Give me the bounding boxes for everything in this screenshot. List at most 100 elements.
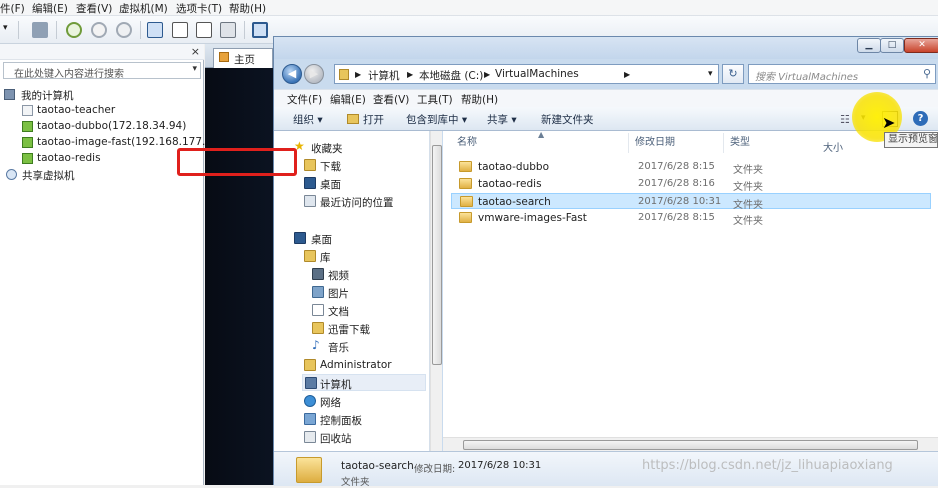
tooltip: 显示预览窗格 (884, 132, 938, 148)
unity-icon[interactable] (220, 22, 236, 38)
share-button[interactable]: 共享 ▾ (487, 112, 517, 127)
breadcrumb-drive[interactable]: 本地磁盘 (C:) (419, 68, 483, 83)
breadcrumb-folder[interactable]: VirtualMachines (495, 68, 579, 80)
menu-help[interactable]: 帮助(H) (229, 1, 266, 16)
library-search-input[interactable]: 在此处键入内容进行搜索 ▾ (3, 62, 201, 80)
menu-tools[interactable]: 工具(T) (417, 92, 453, 107)
organize-button[interactable]: 组织 ▾ (293, 112, 323, 127)
file-list-pane: 名称 ▲ 修改日期 类型 大小 taotao-dubbo 2017/6/28 8… (443, 130, 938, 451)
column-size[interactable]: 大小 (823, 139, 843, 159)
column-type[interactable]: 类型 (723, 133, 750, 153)
address-history-icon[interactable]: ▾ (708, 69, 713, 79)
details-date: 2017/6/28 10:31 (458, 460, 542, 471)
desktop-icon (304, 177, 316, 189)
folder-icon (460, 196, 473, 207)
snapshot-manager-icon[interactable] (116, 22, 132, 38)
revert-snapshot-icon[interactable] (91, 22, 107, 38)
minimize-button[interactable]: ▁ (857, 38, 881, 53)
explorer-titlebar[interactable]: ▁ □ ✕ (274, 37, 938, 59)
menu-file[interactable]: 件(F) (0, 1, 25, 16)
menu-help[interactable]: 帮助(H) (461, 92, 498, 107)
vm-off-icon (22, 105, 33, 116)
breadcrumb-arrow-icon[interactable]: ▶ (624, 70, 630, 79)
mouse-pointer-icon: ➤ (882, 113, 896, 132)
downloads-folder-icon (312, 322, 324, 334)
folder-icon (459, 161, 472, 172)
back-button[interactable]: ◀ (282, 64, 302, 84)
snapshot-icon[interactable] (66, 22, 82, 38)
view-options-icon[interactable]: ☷ (840, 113, 850, 126)
pictures-icon (312, 286, 324, 298)
breadcrumb-computer[interactable]: 计算机 (368, 68, 400, 83)
breadcrumb-arrow-icon[interactable]: ▶ (407, 70, 413, 79)
highlight-box (177, 148, 297, 176)
nav-computer[interactable]: 计算机 (302, 374, 426, 391)
file-list-scrollbar[interactable] (443, 437, 938, 451)
include-in-library-button[interactable]: 包含到库中 ▾ (406, 112, 467, 127)
column-date[interactable]: 修改日期 (628, 133, 675, 153)
desktop-icon (294, 232, 306, 244)
folder-icon (459, 178, 472, 189)
close-button[interactable]: ✕ (904, 38, 938, 53)
navigation-pane: ★ 收藏夹 下载 桌面 最近访问的位置 桌面 库 视频 图片 文档 迅雷下载 ♪… (274, 131, 430, 451)
details-type: 文件夹 (341, 477, 370, 488)
details-date-label: 修改日期: (414, 464, 456, 475)
folder-icon (296, 457, 322, 483)
vmware-menubar: 件(F) 编辑(E) 查看(V) 虚拟机(M) 选项卡(T) 帮助(H) (0, 0, 938, 16)
menu-edit[interactable]: 编辑(E) (330, 92, 366, 107)
library-close-button[interactable]: × (191, 45, 200, 58)
vm-running-icon (22, 137, 33, 148)
explorer-menubar: 文件(F) 编辑(E) 查看(V) 工具(T) 帮助(H) (274, 89, 938, 107)
vm-running-icon (22, 121, 33, 132)
library-view-icon[interactable] (147, 22, 163, 38)
downloads-folder-icon (304, 159, 316, 171)
tab-home[interactable]: 主页 (213, 48, 273, 68)
open-icon (347, 114, 359, 124)
address-bar[interactable]: ▶ 计算机 ▶ 本地磁盘 (C:) ▶ VirtualMachines ▶ ▾ (334, 64, 719, 84)
shared-vm-icon (6, 169, 17, 180)
breadcrumb-arrow-icon[interactable]: ▶ (484, 70, 490, 79)
menu-edit[interactable]: 编辑(E) (32, 1, 68, 16)
sort-arrow-icon: ▲ (538, 130, 545, 139)
file-row-selected[interactable]: taotao-search 2017/6/28 10:31 文件夹 (451, 193, 931, 211)
forward-button[interactable]: ▶ (304, 64, 324, 84)
column-name[interactable]: 名称 (457, 133, 477, 153)
library-header: × (0, 44, 204, 60)
scrollbar-thumb[interactable] (432, 145, 442, 365)
open-button[interactable]: 打开 (363, 112, 384, 127)
menu-tabs[interactable]: 选项卡(T) (176, 1, 222, 16)
file-row[interactable]: taotao-redis 2017/6/28 8:16 文件夹 (451, 176, 931, 193)
control-panel-icon (304, 413, 316, 425)
thumbnail-bar-icon[interactable] (172, 22, 188, 38)
explorer-window: ▁ □ ✕ ◀ ▶ ▶ 计算机 ▶ 本地磁盘 (C:) ▶ VirtualMac… (273, 36, 938, 488)
maximize-button[interactable]: □ (880, 38, 904, 53)
printer-icon[interactable] (32, 22, 48, 38)
computer-icon (305, 377, 317, 389)
new-folder-button[interactable]: 新建文件夹 (541, 112, 594, 127)
recent-places-icon (304, 195, 316, 207)
file-row[interactable]: taotao-dubbo 2017/6/28 8:15 文件夹 (451, 159, 931, 176)
menu-view[interactable]: 查看(V) (373, 92, 409, 107)
breadcrumb-arrow-icon[interactable]: ▶ (355, 70, 361, 79)
chevron-down-icon[interactable]: ▾ (192, 64, 197, 74)
menu-file[interactable]: 文件(F) (287, 92, 322, 107)
search-placeholder: 搜索 VirtualMachines (755, 72, 859, 83)
console-view-icon[interactable] (252, 22, 268, 38)
dropdown-arrow-icon[interactable]: ▾ (3, 23, 8, 33)
recycle-bin-icon (304, 431, 316, 443)
file-row[interactable]: vmware-images-Fast 2017/6/28 8:15 文件夹 (451, 210, 931, 227)
refresh-button[interactable]: ↻ (722, 64, 744, 84)
fullscreen-icon[interactable] (196, 22, 212, 38)
scrollbar-thumb[interactable] (463, 440, 918, 450)
details-name: taotao-search (341, 460, 414, 472)
user-folder-icon (304, 359, 316, 371)
menu-view[interactable]: 查看(V) (76, 1, 112, 16)
library-search-placeholder: 在此处键入内容进行搜索 (14, 69, 124, 80)
search-icon[interactable]: ⚲ (923, 67, 931, 80)
help-icon[interactable]: ? (913, 111, 928, 126)
navigation-scrollbar[interactable] (430, 131, 442, 451)
search-input[interactable]: 搜索 VirtualMachines ⚲ (748, 64, 936, 84)
menu-vm[interactable]: 虚拟机(M) (119, 1, 168, 16)
command-bar: 组织 ▾ 打开 包含到库中 ▾ 共享 ▾ 新建文件夹 ☷ ▾ ? (274, 107, 938, 131)
computer-icon (4, 89, 15, 100)
